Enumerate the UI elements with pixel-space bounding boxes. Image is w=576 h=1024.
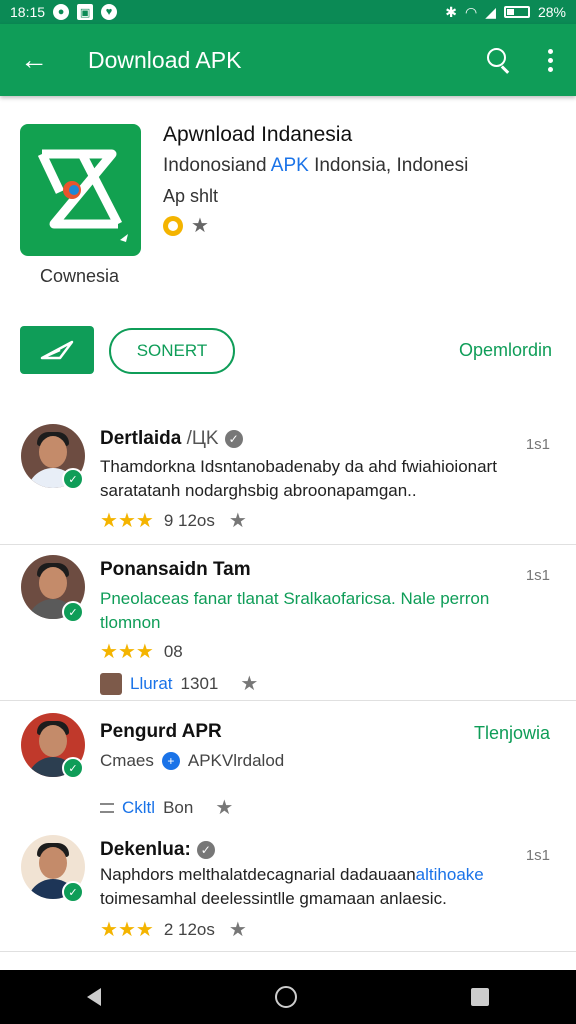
review-time: 1s1 (525, 436, 550, 453)
rating-value: 08 (163, 641, 183, 661)
review-time: 1s1 (525, 567, 550, 584)
reviewer-name-suffix: /ЦK (181, 428, 219, 449)
sub-text: Cmaes (100, 751, 154, 770)
star-icon: ★ (135, 641, 154, 663)
favorite-star-icon[interactable]: ★ (215, 795, 233, 820)
wifi-icon: ◠ (464, 3, 478, 20)
reviewer-name: Dekenlua: ✓ (100, 839, 215, 861)
review-time: 1s1 (525, 847, 550, 864)
sub-value: 1301 (180, 673, 219, 693)
sub-row: Ckltl Bon ★ (100, 795, 233, 820)
verified-icon: ✓ (62, 881, 84, 903)
review-text-end: toimesamhal deelessintlle gmamaan anlaes… (100, 889, 447, 908)
sub-value: Bon (163, 797, 194, 817)
notification-icon: ● (53, 4, 70, 20)
mini-avatar (100, 672, 122, 695)
more-options-icon[interactable] (540, 42, 560, 78)
nav-back-icon[interactable] (87, 988, 101, 1006)
action-row: SONERT Opemlordin (0, 326, 576, 376)
sub-text-after: APKVlrdalod (187, 751, 285, 770)
sub-row: Llurat 1301 ★ (100, 671, 258, 696)
sonert-button[interactable]: SONERT (109, 328, 235, 374)
bluetooth-icon: ✱ (445, 3, 457, 20)
favorite-star-icon[interactable]: ★ (229, 508, 247, 533)
star-icon: ★ (135, 919, 154, 941)
app-developer: Indonosiand APK Indonsia, Indonesi (163, 155, 468, 177)
info-icon: + (161, 752, 180, 770)
battery-icon (503, 6, 530, 18)
system-nav-bar (0, 970, 576, 1024)
app-name: Apwnload Indanesia (163, 123, 353, 146)
reviewer-name: Dertlaida /ЦK ✓ (100, 428, 243, 450)
list-item[interactable]: ✓ Dertlaida /ЦK ✓ 1s1 Thamdorkna Idsntano… (0, 408, 576, 544)
app-icon (20, 124, 141, 256)
check-badge-icon: ✓ (224, 430, 243, 448)
developer-link[interactable]: APK (271, 155, 309, 176)
sub-link[interactable]: Ckltl (122, 798, 155, 818)
battery-percent: 28% (537, 4, 566, 20)
nav-recents-icon[interactable] (471, 988, 489, 1006)
signal-icon: ◢ (485, 3, 496, 20)
review-text-link[interactable]: altihoake (416, 865, 484, 884)
list-item[interactable]: ✓ Pengurd APR Tlenjowia Cmaes + APKVlrda… (0, 701, 576, 821)
app-meta: Ap shlt (163, 186, 219, 206)
developer-suffix: Indonsia, Indonesi (308, 155, 469, 176)
nav-home-icon[interactable] (275, 986, 297, 1008)
review-time: Tlenjowia (473, 723, 550, 743)
rating-row: ★ ★ ★ 2 12os ★ (100, 917, 247, 942)
sub-link[interactable]: Llurat (130, 674, 173, 694)
divider (0, 951, 576, 952)
check-badge-icon: ✓ (196, 841, 215, 859)
favorite-star-icon[interactable]: ★ (229, 917, 247, 942)
heart-notification-icon: ♥ (101, 4, 118, 20)
star-icon: ★ (135, 510, 154, 532)
send-icon (40, 340, 74, 360)
search-icon[interactable] (480, 42, 516, 78)
review-text: Thamdorkna Idsntanobadenaby da ahd fwiah… (100, 457, 497, 500)
rating-value: 9 12os (163, 510, 215, 530)
star-icon: ★ (117, 510, 136, 532)
verified-icon: ✓ (62, 468, 84, 490)
status-time: 18:15 (10, 4, 46, 20)
reviewer-name: Pengurd APR (100, 721, 222, 742)
send-button[interactable] (20, 326, 94, 374)
list-icon (100, 802, 114, 813)
favorite-star-icon[interactable]: ★ (240, 671, 258, 696)
reviewer-name-text: Dekenlua: (100, 839, 191, 860)
status-bar: 18:15 ● ▣ ♥ ✱ ◠ ◢ 28% (0, 0, 576, 24)
sub-row: Cmaes + APKVlrdalod (100, 751, 284, 771)
status-left: 18:15 ● ▣ ♥ (10, 4, 118, 20)
app-header: Cownesia Apwnload Indanesia Indonosiand … (0, 96, 576, 306)
rating-row: ★ ★ ★ 08 (100, 639, 183, 664)
reviewer-name-text: Dertlaida (100, 428, 182, 449)
image-notification-icon: ▣ (77, 4, 94, 20)
rating-value: 2 12os (163, 919, 215, 939)
badges: ★ (163, 216, 209, 236)
rating-row: ★ ★ ★ 9 12os ★ (100, 508, 247, 533)
verified-icon: ✓ (62, 757, 84, 779)
review-text-start: Naphdors melthalatdecagnarial dadauaan (100, 865, 416, 884)
open-link[interactable]: Opemlordin (459, 340, 552, 361)
review-text: Naphdors melthalatdecagnarial dadauaanal… (100, 863, 540, 911)
star-badge-icon: ★ (191, 215, 209, 237)
review-text: Pneolaceas fanar tlanat Sralkaofaricsa. … (100, 589, 490, 632)
developer-prefix: Indonosiand (163, 155, 271, 176)
star-icon: ★ (100, 919, 118, 941)
gold-badge-icon (163, 216, 183, 236)
verified-icon: ✓ (62, 601, 84, 623)
list-item[interactable]: ✓ Dekenlua: ✓ 1s1 Naphdors melthalatdecag… (0, 821, 576, 951)
star-icon: ★ (117, 919, 136, 941)
icon-caption: Cownesia (40, 266, 120, 286)
list-item[interactable]: ✓ Ponansaidn Tam 1s1 Pneolaceas fanar tl… (0, 545, 576, 700)
star-icon: ★ (117, 641, 136, 663)
reviewer-name: Ponansaidn Tam (100, 559, 251, 580)
page-title: Download APK (88, 46, 242, 73)
star-icon: ★ (100, 641, 118, 663)
star-icon: ★ (100, 510, 118, 532)
app-bar: ← Download APK (0, 24, 576, 96)
status-right: ✱ ◠ ◢ 28% (445, 4, 566, 21)
back-arrow-icon[interactable]: ← (16, 42, 52, 78)
